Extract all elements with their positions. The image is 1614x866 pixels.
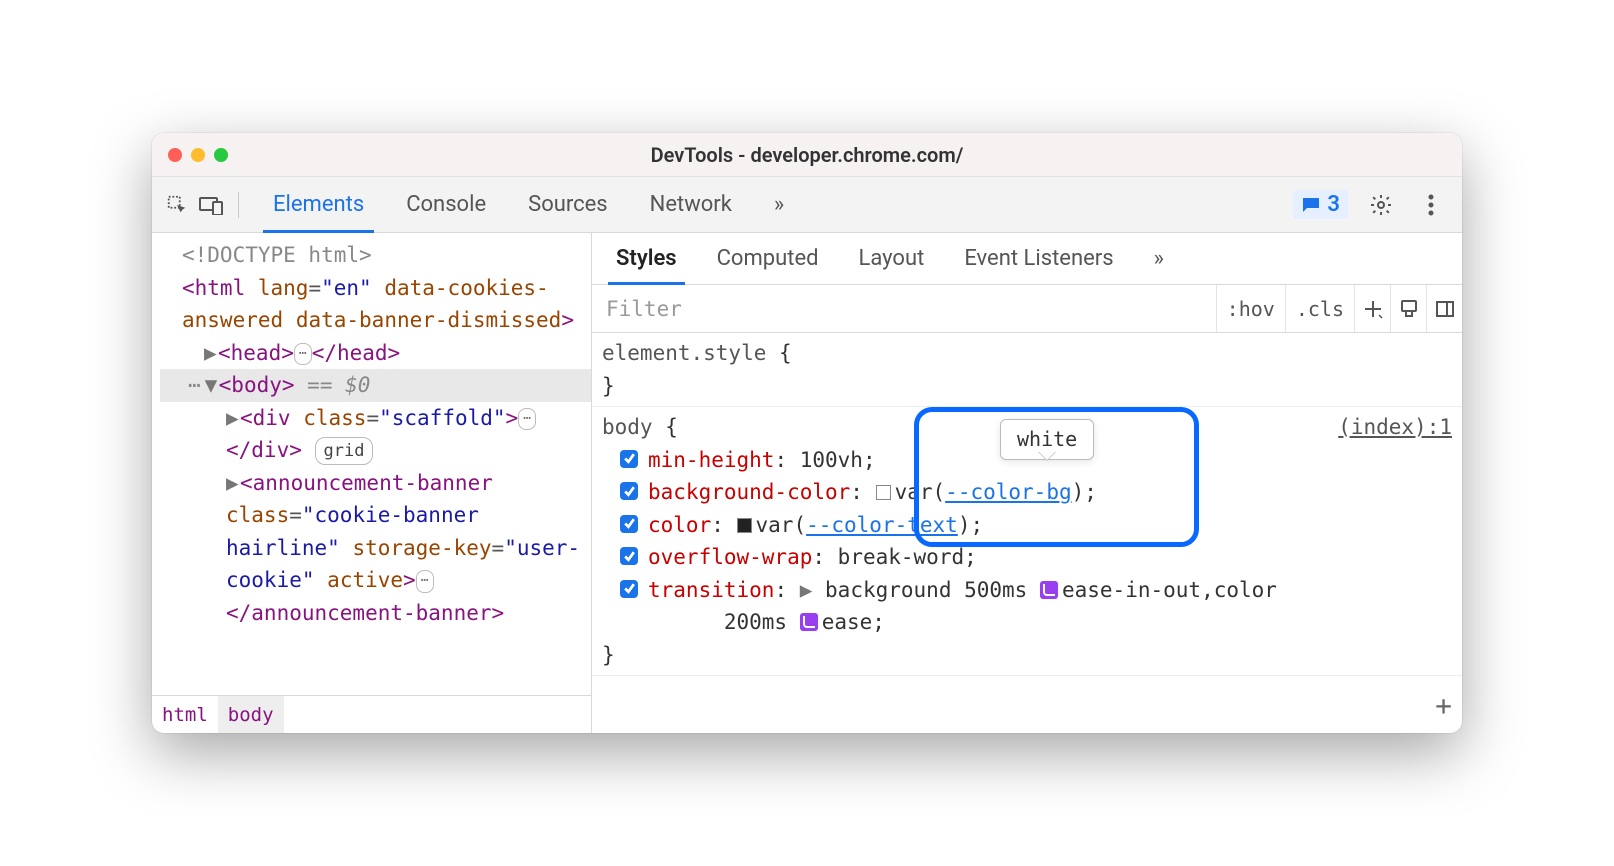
subtab-styles[interactable]: Styles <box>598 233 695 284</box>
rule-source-link[interactable]: (index):1 <box>1338 411 1452 444</box>
decl-background-color[interactable]: background-color: var(--color-bg); <box>602 476 1452 509</box>
decl-checkbox[interactable] <box>620 580 638 598</box>
devtools-window: DevTools - developer.chrome.com/ Element… <box>152 133 1462 733</box>
decl-checkbox[interactable] <box>620 547 638 565</box>
tab-network[interactable]: Network <box>632 177 750 232</box>
dom-head[interactable]: ▶<head>⋯</head> <box>160 337 591 370</box>
styles-toolbar: :hov .cls <box>592 285 1462 333</box>
close-window-button[interactable] <box>168 148 182 162</box>
decl-color[interactable]: color: var(--color-text); <box>602 509 1452 542</box>
issues-button[interactable]: 3 <box>1293 190 1348 219</box>
dom-body-selected[interactable]: ⋯▼<body> == $0 <box>160 369 591 402</box>
dom-html-open[interactable]: <html lang="en" data-cookies-answered da… <box>160 272 591 337</box>
css-var-link[interactable]: --color-bg <box>945 480 1071 504</box>
window-title: DevTools - developer.chrome.com/ <box>152 143 1462 167</box>
paint-flash-icon[interactable] <box>1390 285 1426 332</box>
cls-toggle[interactable]: .cls <box>1285 285 1354 332</box>
grid-badge[interactable]: grid <box>315 437 374 465</box>
rule-element-style[interactable]: element.style { } <box>592 333 1462 407</box>
new-style-rule-icon[interactable] <box>1354 285 1390 332</box>
css-var-link[interactable]: --color-text <box>806 513 958 537</box>
tab-elements[interactable]: Elements <box>255 177 382 232</box>
elements-pane: <!DOCTYPE html> <html lang="en" data-coo… <box>152 233 592 733</box>
add-declaration-icon[interactable]: + <box>1435 684 1452 727</box>
style-rules: element.style { } (index):1 body { min-h… <box>592 333 1462 733</box>
color-swatch-icon[interactable] <box>876 485 891 500</box>
decl-checkbox[interactable] <box>620 450 638 468</box>
toolbar-separator <box>238 192 239 218</box>
decl-transition[interactable]: transition: ▶ background 500ms ease-in-o… <box>602 574 1452 639</box>
more-icon[interactable] <box>1414 188 1448 222</box>
minimize-window-button[interactable] <box>191 148 205 162</box>
main-toolbar: Elements Console Sources Network » 3 <box>152 177 1462 233</box>
hov-toggle[interactable]: :hov <box>1216 285 1285 332</box>
subtab-computed[interactable]: Computed <box>699 233 837 284</box>
tab-sources[interactable]: Sources <box>510 177 626 232</box>
dom-doctype[interactable]: <!DOCTYPE html> <box>160 239 591 272</box>
decl-checkbox[interactable] <box>620 482 638 500</box>
device-toolbar-icon[interactable] <box>194 188 228 222</box>
issues-count: 3 <box>1327 192 1340 217</box>
tabs-overflow[interactable]: » <box>756 177 802 232</box>
main-split: <!DOCTYPE html> <html lang="en" data-coo… <box>152 233 1462 733</box>
dom-announcement[interactable]: ▶<announcement-banner class="cookie-bann… <box>160 467 591 630</box>
decl-overflow-wrap[interactable]: overflow-wrap: break-word; <box>602 541 1452 574</box>
dom-tree[interactable]: <!DOCTYPE html> <html lang="en" data-coo… <box>152 233 591 695</box>
traffic-lights <box>168 148 228 162</box>
subtab-layout[interactable]: Layout <box>841 233 943 284</box>
styles-pane: Styles Computed Layout Event Listeners »… <box>592 233 1462 733</box>
decl-checkbox[interactable] <box>620 515 638 533</box>
value-tooltip: white <box>1000 419 1094 460</box>
toggle-sidebar-icon[interactable] <box>1426 285 1462 332</box>
subtab-event-listeners[interactable]: Event Listeners <box>946 233 1131 284</box>
color-swatch-icon[interactable] <box>737 518 752 533</box>
bezier-icon[interactable] <box>800 613 818 631</box>
dom-scaffold[interactable]: ▶<div class="scaffold">⋯</div> grid <box>160 402 591 467</box>
crumb-html[interactable]: html <box>152 696 218 733</box>
breadcrumb: html body <box>152 695 591 733</box>
styles-subtabs: Styles Computed Layout Event Listeners » <box>592 233 1462 285</box>
crumb-body[interactable]: body <box>218 696 284 733</box>
subtabs-overflow[interactable]: » <box>1136 233 1182 284</box>
inspect-element-icon[interactable] <box>160 188 194 222</box>
bezier-icon[interactable] <box>1040 581 1058 599</box>
styles-filter-input[interactable] <box>592 297 1216 321</box>
tab-console[interactable]: Console <box>388 177 504 232</box>
main-tabs: Elements Console Sources Network » <box>255 177 802 232</box>
maximize-window-button[interactable] <box>214 148 228 162</box>
settings-icon[interactable] <box>1364 188 1398 222</box>
titlebar: DevTools - developer.chrome.com/ <box>152 133 1462 177</box>
